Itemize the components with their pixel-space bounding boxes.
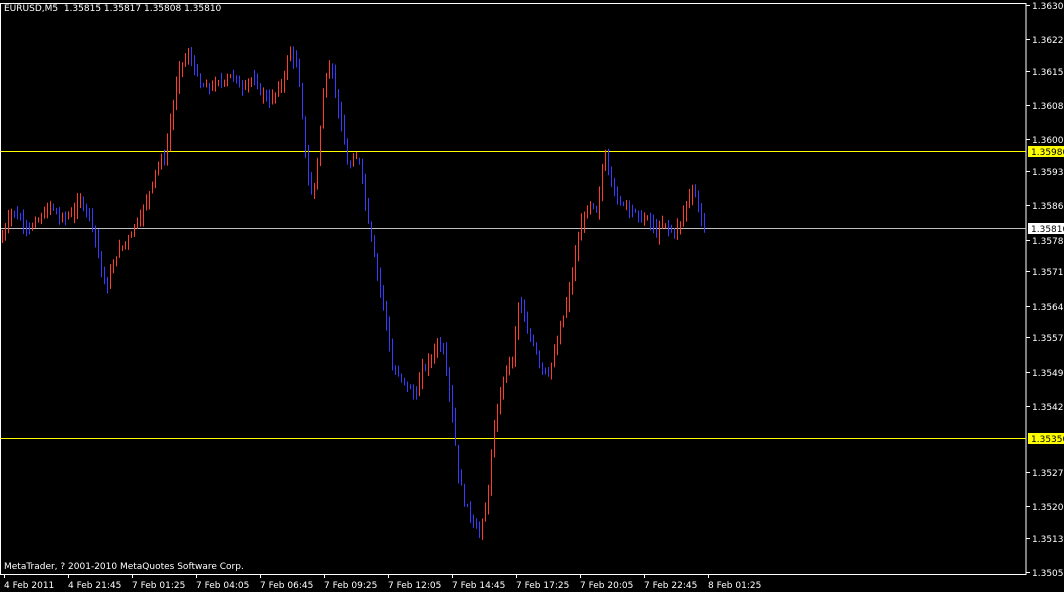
x-tick-label: 7 Feb 09:25 (324, 581, 377, 591)
y-tick-label: 1.35860 (1032, 202, 1064, 212)
x-tick-label: 7 Feb 22:45 (644, 581, 697, 591)
y-tick-label: 1.35495 (1032, 369, 1064, 379)
y-tick-label: 1.35130 (1032, 535, 1064, 545)
x-tick-label: 4 Feb 2011 (4, 581, 54, 591)
y-tick-label: 1.35200 (1032, 503, 1064, 513)
x-tick-label: 7 Feb 04:05 (196, 581, 249, 591)
price-chart[interactable]: 1.36300 1.36225 1.36155 1.36080 1.36005 1.359… (0, 0, 1064, 592)
y-tick-label: 1.35055 (1032, 569, 1064, 579)
level-price-marker: 1.35980 (1031, 148, 1064, 158)
y-tick-label: 1.35275 (1032, 469, 1064, 479)
y-tick-label: 1.35785 (1032, 237, 1064, 247)
y-tick-label: 1.35935 (1032, 168, 1064, 178)
x-tick-label: 7 Feb 20:05 (580, 581, 633, 591)
y-tick-label: 1.36080 (1032, 102, 1064, 112)
x-tick-label: 7 Feb 17:25 (516, 581, 569, 591)
x-tick-label: 4 Feb 21:45 (68, 581, 121, 591)
y-tick-label: 1.36300 (1032, 2, 1064, 12)
y-tick-label: 1.36005 (1032, 136, 1064, 146)
symbol-info: EURUSD,M5 1.35815 1.35817 1.35808 1.3581… (4, 4, 222, 14)
x-tick-label: 7 Feb 06:45 (260, 581, 313, 591)
y-tick-label: 1.35570 (1032, 334, 1064, 344)
y-tick-label: 1.35420 (1032, 403, 1064, 413)
plot-frame (0, 3, 1027, 575)
current-price-marker: 1.35810 (1031, 225, 1064, 235)
copyright-text: MetaTrader, ? 2001-2010 MetaQuotes Softw… (4, 562, 244, 572)
level-price-marker: 1.35350 (1031, 435, 1064, 445)
y-tick-label: 1.36225 (1032, 36, 1064, 46)
x-tick-label: 7 Feb 14:45 (452, 581, 505, 591)
y-tick-label: 1.35640 (1032, 303, 1064, 313)
x-tick-label: 7 Feb 01:25 (132, 581, 185, 591)
x-tick-label: 8 Feb 01:25 (708, 581, 761, 591)
x-tick-label: 7 Feb 12:05 (388, 581, 441, 591)
y-tick-label: 1.36155 (1032, 68, 1064, 78)
y-tick-label: 1.35715 (1032, 268, 1064, 278)
